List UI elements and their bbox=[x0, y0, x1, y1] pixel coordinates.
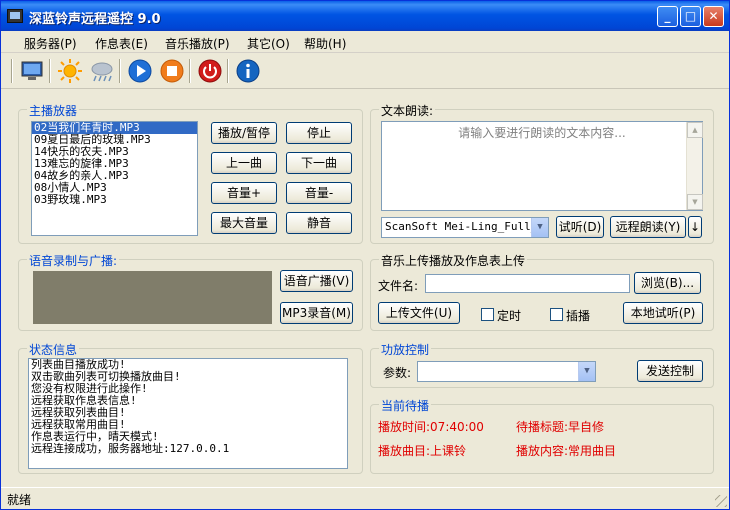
tts-placeholder: 请输入要进行朗读的文本内容... bbox=[458, 126, 626, 140]
app-icon bbox=[7, 9, 23, 23]
cloud-rain-icon[interactable] bbox=[89, 58, 115, 84]
minimize-button[interactable]: _ bbox=[657, 6, 678, 27]
status-log[interactable]: 列表曲目播放成功! 双击歌曲列表可切换播放曲目! 您没有权限进行此操作! 远程获… bbox=[28, 358, 348, 469]
chevron-down-icon[interactable]: ▼ bbox=[578, 362, 595, 381]
mp3-record-button[interactable]: MP3录音(M) bbox=[280, 302, 353, 324]
param-select[interactable]: ▼ bbox=[417, 361, 596, 382]
tts-title: 文本朗读: bbox=[379, 102, 436, 119]
chevron-down-icon[interactable]: ▼ bbox=[531, 218, 548, 237]
maximize-button[interactable]: □ bbox=[680, 6, 701, 27]
status-text: 就绪 bbox=[7, 493, 32, 507]
upload-file-button[interactable]: 上传文件(U) bbox=[378, 302, 460, 324]
power-icon[interactable] bbox=[197, 58, 223, 84]
main-player-title: 主播放器 bbox=[27, 102, 80, 119]
tts-text-area[interactable]: 请输入要进行朗读的文本内容... ▲ ▼ bbox=[381, 121, 703, 211]
tts-scrollbar[interactable]: ▲ ▼ bbox=[686, 122, 703, 210]
timed-label: 定时 bbox=[497, 309, 522, 323]
play-pause-button[interactable]: 播放/暂停 bbox=[211, 122, 277, 144]
resize-grip[interactable] bbox=[715, 495, 727, 507]
toolbar-separator bbox=[11, 59, 13, 83]
voice-broadcast-button[interactable]: 语音广播(V) bbox=[280, 270, 353, 292]
toolbar-separator bbox=[49, 59, 51, 83]
menu-server[interactable]: 服务器(P) bbox=[24, 35, 77, 52]
monitor-icon[interactable] bbox=[19, 58, 45, 84]
amp-control-title: 功放控制 bbox=[379, 341, 432, 358]
play-content-label: 播放内容:常用曲目 bbox=[516, 444, 617, 458]
filename-input[interactable] bbox=[425, 274, 630, 293]
next-track-button[interactable]: 下一曲 bbox=[286, 152, 352, 174]
mute-button[interactable]: 静音 bbox=[286, 212, 352, 234]
toolbar-separator bbox=[119, 59, 121, 83]
remote-read-button[interactable]: 远程朗读(Y) bbox=[610, 216, 686, 238]
scroll-up-arrow[interactable]: ▲ bbox=[687, 122, 703, 138]
waiting-group: 当前待播 bbox=[370, 397, 714, 474]
waiting-title-label: 待播标题:早自修 bbox=[516, 420, 605, 434]
volume-down-button[interactable]: 音量- bbox=[286, 182, 352, 204]
send-control-button[interactable]: 发送控制 bbox=[637, 360, 703, 382]
stop-button[interactable]: 停止 bbox=[286, 122, 352, 144]
list-item[interactable]: 03野玫瑰.MP3 bbox=[32, 194, 197, 206]
prev-track-button[interactable]: 上一曲 bbox=[211, 152, 277, 174]
play-time-label: 播放时间:07:40:00 bbox=[378, 420, 484, 434]
max-volume-button[interactable]: 最大音量 bbox=[211, 212, 277, 234]
app-window: 深蓝铃声远程遥控 9.0 _ □ ✕ 服务器(P) 作息表(E) 音乐播放(P)… bbox=[0, 0, 730, 510]
close-button[interactable]: ✕ bbox=[703, 6, 724, 27]
menu-music-play[interactable]: 音乐播放(P) bbox=[165, 35, 230, 52]
scroll-down-arrow[interactable]: ▼ bbox=[687, 194, 703, 210]
title-bar[interactable]: 深蓝铃声远程遥控 9.0 _ □ ✕ bbox=[1, 1, 729, 31]
toolbar bbox=[1, 53, 729, 89]
voice-select[interactable]: ScanSoft Mei-Ling_Full_22kHz ▼ bbox=[381, 217, 549, 238]
menu-bar: 服务器(P) 作息表(E) 音乐播放(P) 其它(O) 帮助(H) bbox=[1, 31, 729, 53]
stop-icon[interactable] bbox=[159, 58, 185, 84]
sun-icon[interactable] bbox=[57, 58, 83, 84]
volume-up-button[interactable]: 音量+ bbox=[211, 182, 277, 204]
toolbar-separator bbox=[227, 59, 229, 83]
window-title: 深蓝铃声远程遥控 9.0 bbox=[29, 12, 161, 27]
browse-button[interactable]: 浏览(B)... bbox=[634, 272, 701, 294]
tts-listen-button[interactable]: 试听(D) bbox=[556, 216, 604, 238]
menu-schedule[interactable]: 作息表(E) bbox=[95, 35, 148, 52]
upload-title: 音乐上传播放及作息表上传 bbox=[379, 252, 528, 269]
log-line: 远程连接成功，服务器地址:127.0.0.1 bbox=[31, 442, 230, 455]
filename-label: 文件名: bbox=[378, 279, 419, 293]
menu-help[interactable]: 帮助(H) bbox=[304, 35, 346, 52]
insert-checkbox[interactable] bbox=[550, 308, 563, 321]
toolbar-separator bbox=[189, 59, 191, 83]
local-listen-button[interactable]: 本地试听(P) bbox=[623, 302, 703, 324]
play-song-label: 播放曲目:上课铃 bbox=[378, 444, 467, 458]
info-icon[interactable] bbox=[235, 58, 261, 84]
timed-checkbox[interactable] bbox=[481, 308, 494, 321]
param-label: 参数: bbox=[383, 366, 412, 380]
voice-broadcast-title: 语音录制与广播: bbox=[27, 252, 120, 269]
waiting-title: 当前待播 bbox=[379, 397, 432, 414]
insert-label: 插播 bbox=[566, 309, 591, 323]
play-icon[interactable] bbox=[127, 58, 153, 84]
audio-level-panel bbox=[33, 271, 272, 324]
read-arrow-button[interactable]: ↓ bbox=[688, 216, 702, 238]
voice-select-value: ScanSoft Mei-Ling_Full_22kHz bbox=[385, 220, 548, 233]
menu-other[interactable]: 其它(O) bbox=[247, 35, 290, 52]
playlist[interactable]: 02当我们年青时.MP3 09夏日最后的玫瑰.MP3 14快乐的农夫.MP3 1… bbox=[31, 121, 198, 236]
status-bar: 就绪 bbox=[1, 487, 729, 509]
status-info-title: 状态信息 bbox=[27, 341, 80, 358]
